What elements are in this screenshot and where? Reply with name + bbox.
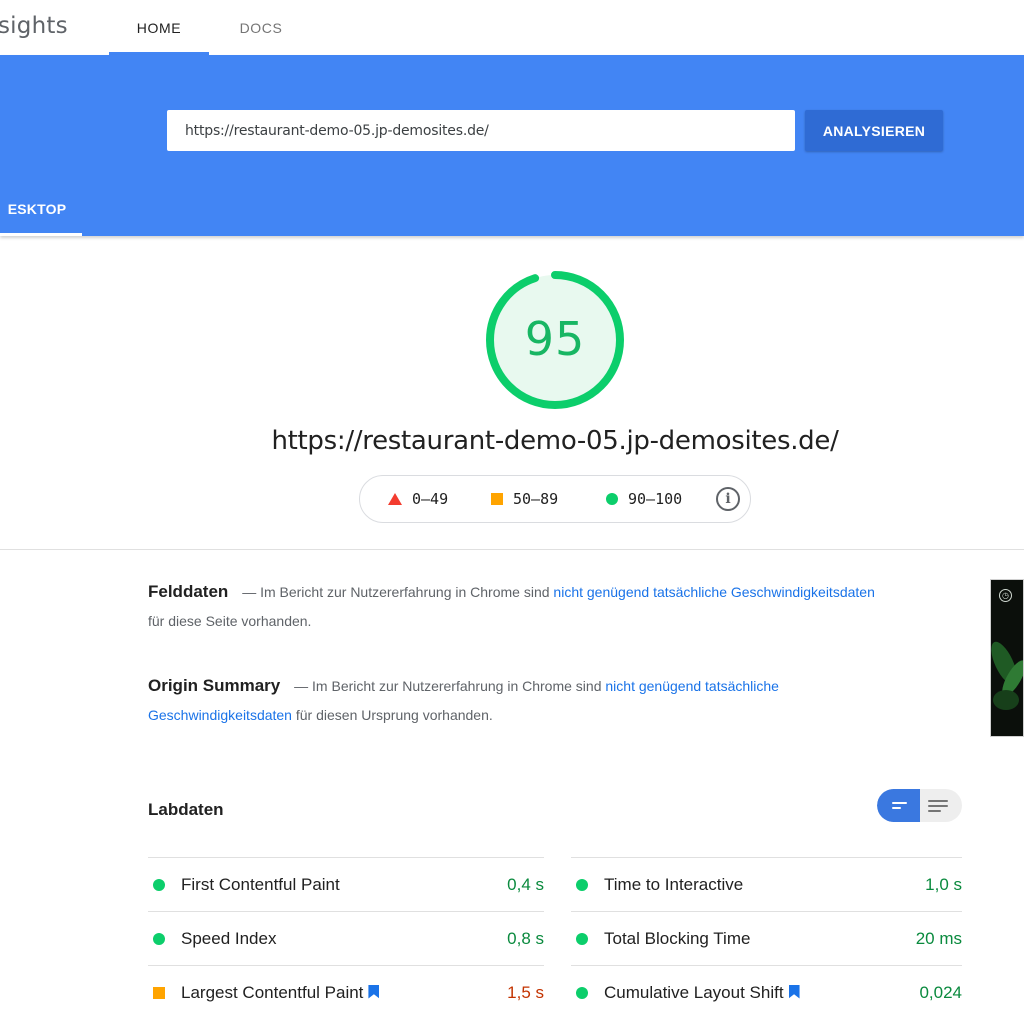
lab-data-title: Labdaten [148,800,224,819]
pass-circle-icon [576,932,588,945]
thumbnail-foliage [993,690,1019,710]
metric-label-text: Cumulative Layout Shift [604,982,784,1002]
metric-label-text: Largest Contentful Paint [181,982,364,1002]
legend-item-average: 50–89 [491,476,558,522]
page-screenshot-thumbnail: ◷ [990,579,1024,737]
legend-label: 50–89 [513,490,559,508]
metric-row: Largest Contentful Paint 1,5 s [148,965,544,1019]
field-data-section: Felddaten — Im Bericht zur Nutzererfahru… [148,577,888,636]
info-icon[interactable]: i [716,487,740,511]
url-input[interactable]: https://restaurant-demo-05.jp-demosites.… [167,110,795,151]
circle-icon [606,493,618,505]
metric-value: 0,4 s [507,874,544,894]
metric-value: 0,024 [919,982,962,1002]
metric-row: Cumulative Layout Shift 0,024 [571,965,962,1019]
legend-label: 90–100 [628,490,683,508]
tab-desktop[interactable]: ESKTOP [0,181,82,236]
metric-row: Total Blocking Time 20 ms [571,911,962,965]
metric-value: 1,0 s [925,874,962,894]
section-text: für diesen Ursprung vorhanden. [295,707,493,723]
tab-docs[interactable]: DOCS [219,0,303,55]
metric-row: First Contentful Paint 0,4 s [148,857,544,911]
metric-label: Total Blocking Time [604,928,751,948]
section-text: — Im Bericht zur Nutzererfahrung in Chro… [294,678,602,694]
bookmark-icon [788,984,800,999]
legend-item-fail: 0–49 [388,476,448,522]
metric-value: 0,8 s [507,928,544,948]
square-icon [491,493,503,505]
origin-summary-section: Origin Summary — Im Bericht zur Nutzerer… [148,671,888,730]
section-title: Felddaten [148,582,229,601]
app-brand: sights [0,13,68,39]
metric-label: Cumulative Layout Shift [604,983,919,1003]
pass-circle-icon [576,986,588,999]
metric-value: 1,5 s [507,982,544,1002]
search-band: https://restaurant-demo-05.jp-demosites.… [0,55,1024,236]
legend-item-pass: 90–100 [606,476,682,522]
metric-row: Speed Index 0,8 s [148,911,544,965]
analyze-button[interactable]: ANALYSIEREN [805,110,943,151]
compact-view-icon[interactable] [877,789,920,822]
score-value: 95 [524,312,586,366]
score-legend: 0–49 50–89 90–100 i [359,475,751,523]
section-text: — Im Bericht zur Nutzererfahrung in Chro… [242,584,550,600]
top-navigation: sights HOME DOCS [0,0,1024,55]
metric-row: Time to Interactive 1,0 s [571,857,962,911]
section-text: für diese Seite vorhanden. [148,613,312,629]
insufficient-data-link[interactable]: nicht genügend tatsächliche Geschwindigk… [553,584,874,600]
metric-label: First Contentful Paint [181,874,340,894]
metric-label: Time to Interactive [604,874,744,894]
metric-label: Speed Index [181,928,277,948]
section-title: Origin Summary [148,676,281,695]
bookmark-icon [368,984,380,999]
view-toggle[interactable] [877,789,962,822]
analyzed-url: https://restaurant-demo-05.jp-demosites.… [271,426,839,456]
average-square-icon [153,986,165,999]
legend-label: 0–49 [412,490,449,508]
section-divider [0,549,1024,550]
expanded-view-icon[interactable] [920,789,962,822]
pass-circle-icon [153,932,165,945]
clock-icon: ◷ [999,589,1012,602]
pass-circle-icon [576,878,588,891]
metric-value: 20 ms [915,928,962,948]
metric-label: Largest Contentful Paint [181,983,507,1003]
pass-circle-icon [153,878,165,891]
triangle-icon [388,493,402,505]
tab-home[interactable]: HOME [109,0,209,55]
